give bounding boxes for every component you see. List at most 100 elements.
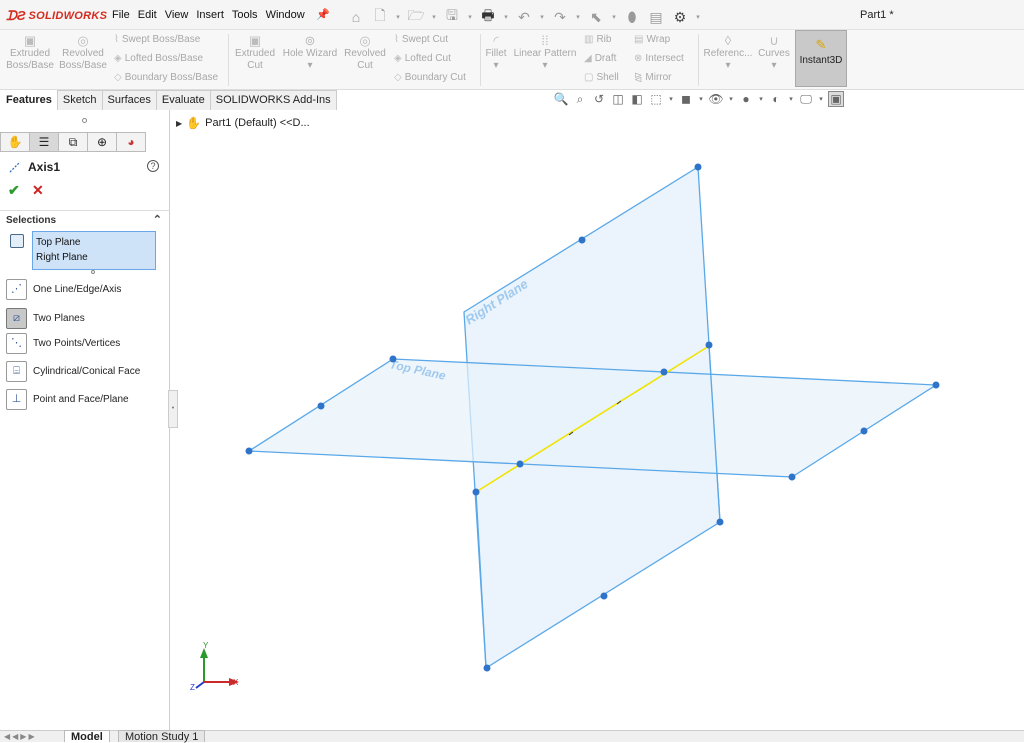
boundary-cut-button[interactable]: ◇ Boundary Cut [394, 72, 466, 83]
chevron-down-icon[interactable]: ▾ [430, 13, 438, 21]
revolved-boss-button[interactable]: ◎ Revolved Boss/Base [58, 34, 108, 72]
handle-point[interactable] [578, 236, 586, 244]
expand-arrow-icon[interactable]: ▶ [176, 119, 182, 128]
handle-point[interactable] [705, 341, 713, 349]
pin-icon[interactable]: 📌 [316, 8, 330, 21]
chevron-down-icon[interactable]: ▾ [493, 60, 498, 71]
tab-motion-study[interactable]: Motion Study 1 [118, 730, 206, 743]
option-one-line-edge-axis[interactable]: ⋰ One Line/Edge/Axis [6, 279, 121, 300]
reference-geometry-button[interactable]: ◊ Referenc... ▾ [702, 34, 754, 72]
linear-pattern-button[interactable]: ⁞⁞ Linear Pattern ▾ [512, 34, 578, 72]
handle-point[interactable] [860, 427, 868, 435]
handle-point[interactable] [389, 355, 397, 363]
configuration-manager-tab[interactable]: ⧉ [58, 132, 88, 152]
save-icon[interactable]: 🖫 [442, 5, 462, 29]
handle-point[interactable] [660, 368, 668, 376]
handle-point[interactable] [716, 518, 724, 526]
menu-insert[interactable]: Insert [192, 9, 228, 21]
handle-point[interactable] [317, 402, 325, 410]
zoom-to-area-icon[interactable]: ⌕ [572, 92, 588, 107]
zoom-to-fit-icon[interactable]: 🔍 [553, 92, 569, 106]
chevron-down-icon[interactable]: ▾ [307, 60, 312, 71]
menu-edit[interactable]: Edit [134, 9, 161, 21]
swept-cut-button[interactable]: ⌇ Swept Cut [394, 34, 448, 45]
chevron-down-icon[interactable]: ▾ [538, 13, 546, 21]
selections-section-header[interactable]: Selections ⌃ [0, 210, 170, 230]
cancel-x-icon[interactable]: ✕ [32, 182, 44, 199]
rib-button[interactable]: ▥ Rib [584, 34, 611, 45]
chevron-down-icon[interactable]: ▾ [574, 13, 582, 21]
option-two-planes[interactable]: ⧄ Two Planes [6, 308, 85, 329]
handle-point[interactable] [245, 447, 253, 455]
rebuild-icon[interactable]: ⬮ [622, 9, 642, 26]
menu-window[interactable]: Window [262, 9, 309, 21]
help-icon[interactable]: ? [147, 160, 159, 172]
display-manager-tab[interactable]: ◕ [116, 132, 146, 152]
top-plane[interactable] [246, 358, 939, 478]
handle-point[interactable] [516, 460, 524, 468]
tab-evaluate[interactable]: Evaluate [155, 90, 211, 110]
dynamic-annotation-icon[interactable]: ◧ [629, 92, 645, 106]
chevron-down-icon[interactable]: ▾ [394, 13, 402, 21]
chevron-down-icon[interactable]: ▾ [694, 13, 702, 21]
redo-icon[interactable]: ↷ [550, 9, 570, 26]
revolved-cut-button[interactable]: ◎ Revolved Cut [342, 34, 388, 72]
feature-manager-tab[interactable]: ✋ [0, 132, 30, 152]
lofted-cut-button[interactable]: ◈ Lofted Cut [394, 53, 451, 64]
selection-item[interactable]: Right Plane [36, 250, 152, 265]
mirror-button[interactable]: ⧎ Mirror [634, 72, 672, 83]
home-icon[interactable]: ⌂ [346, 9, 366, 25]
solidworks-logo[interactable]: ᗪƧ SOLIDWORKS [6, 8, 107, 24]
view-orientation-icon[interactable]: ⬚ [648, 92, 664, 106]
wrap-button[interactable]: ▤ Wrap [634, 34, 670, 45]
tab-solidworks-add-ins[interactable]: SOLIDWORKS Add-Ins [209, 90, 337, 110]
option-cylindrical-conical-face[interactable]: ⌸ Cylindrical/Conical Face [6, 361, 140, 382]
gear-icon[interactable]: ⚙ [670, 9, 690, 26]
curves-button[interactable]: ∪ Curves ▾ [756, 34, 792, 72]
tab-scroll-arrows-icon[interactable]: ◀◀▶▶ [4, 732, 37, 741]
chevron-down-icon[interactable]: ▾ [817, 95, 825, 103]
chevron-down-icon[interactable]: ▾ [727, 95, 735, 103]
intersect-button[interactable]: ⊗ Intersect [634, 53, 684, 64]
handle-point[interactable] [694, 163, 702, 171]
chevron-down-icon[interactable]: ▾ [697, 95, 705, 103]
apply-scene-icon[interactable]: ◐ [768, 92, 784, 106]
chevron-down-icon[interactable]: ▾ [667, 95, 675, 103]
instant3d-button[interactable]: ✎ Instant3D [795, 30, 847, 87]
handle-point[interactable] [483, 664, 491, 672]
option-point-and-face-plane[interactable]: ⊥ Point and Face/Plane [6, 389, 129, 410]
property-manager-tab[interactable]: ☰ [29, 132, 59, 152]
new-document-icon[interactable]: 🗋 [370, 5, 390, 29]
previous-view-icon[interactable]: ↺ [591, 92, 607, 106]
undo-icon[interactable]: ↶ [514, 9, 534, 26]
selection-item[interactable]: Top Plane [36, 235, 152, 250]
resize-grip-icon[interactable] [91, 270, 95, 274]
dimxpert-manager-tab[interactable]: ⊕ [87, 132, 117, 152]
panel-grip-icon[interactable] [82, 118, 87, 123]
shell-button[interactable]: ▢ Shell [584, 72, 619, 83]
fillet-button[interactable]: ◜ Fillet ▾ [484, 34, 508, 72]
lofted-boss-button[interactable]: ◈ Lofted Boss/Base [114, 53, 203, 64]
tab-model[interactable]: Model [64, 730, 110, 743]
selection-list-box[interactable]: Top Plane Right Plane [32, 231, 156, 270]
chevron-down-icon[interactable]: ▾ [725, 60, 730, 71]
handle-point[interactable] [600, 592, 608, 600]
hole-wizard-button[interactable]: ⊚ Hole Wizard ▾ [281, 34, 339, 72]
print-icon[interactable]: 🖶 [478, 5, 498, 29]
chevron-down-icon[interactable]: ▾ [757, 95, 765, 103]
tab-surfaces[interactable]: Surfaces [101, 90, 157, 110]
handle-point[interactable] [788, 473, 796, 481]
chevron-down-icon[interactable]: ▾ [466, 13, 474, 21]
menu-tools[interactable]: Tools [228, 9, 262, 21]
chevron-down-icon[interactable]: ▾ [787, 95, 795, 103]
view-settings-icon[interactable]: 🖵 [798, 92, 814, 107]
chevron-down-icon[interactable]: ▾ [771, 60, 776, 71]
graphics-viewport[interactable]: Right Plane Top Plane Y X Z [171, 110, 1024, 730]
menu-view[interactable]: View [161, 9, 193, 21]
chevron-down-icon[interactable]: ▾ [610, 13, 618, 21]
chevron-down-icon[interactable]: ▾ [502, 13, 510, 21]
display-style-icon[interactable]: ◼ [678, 92, 694, 106]
boundary-boss-button[interactable]: ◇ Boundary Boss/Base [114, 72, 218, 83]
edit-appearance-icon[interactable]: ● [738, 92, 754, 106]
draft-button[interactable]: ◢ Draft [584, 53, 616, 64]
